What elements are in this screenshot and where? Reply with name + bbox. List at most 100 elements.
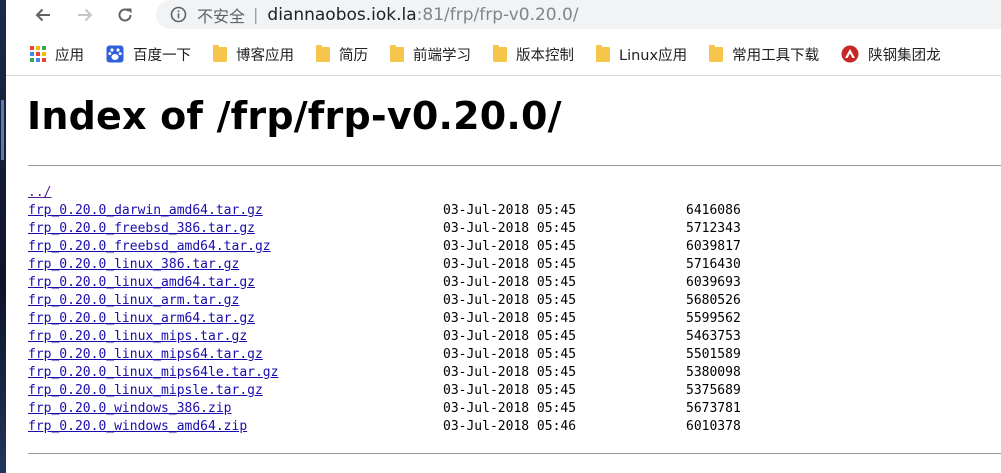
file-date: 03-Jul-2018 05:45: [443, 203, 577, 218]
file-date: 03-Jul-2018 05:45: [443, 401, 577, 416]
file-link[interactable]: frp_0.20.0_linux_mipsle.tar.gz: [28, 383, 263, 398]
file-link[interactable]: frp_0.20.0_linux_arm.tar.gz: [28, 293, 239, 308]
forward-button[interactable]: [72, 3, 98, 27]
file-size: 6416086: [686, 203, 741, 218]
page-title: Index of /frp/frp-v0.20.0/: [27, 94, 562, 138]
folder-icon: [213, 44, 227, 62]
folder-icon: [316, 44, 330, 62]
bookmark-apps[interactable]: 应用: [6, 39, 92, 69]
url-host[interactable]: diannaobos.iok.la: [267, 5, 416, 25]
bookmark-label: 版本控制: [516, 47, 574, 64]
divider-bottom: [28, 453, 1001, 454]
file-listing: ../ frp_0.20.0_darwin_amd64.tar.gz 03-Jul…: [28, 184, 741, 436]
file-link[interactable]: frp_0.20.0_windows_amd64.zip: [28, 419, 247, 434]
url-path[interactable]: :81/frp/frp-v0.20.0/: [417, 5, 579, 25]
folder-icon: [596, 44, 610, 62]
file-link[interactable]: frp_0.20.0_windows_386.zip: [28, 401, 232, 416]
file-link[interactable]: frp_0.20.0_freebsd_386.tar.gz: [28, 221, 255, 236]
file-date: 03-Jul-2018 05:45: [443, 293, 577, 308]
apps-grid-icon: [30, 46, 46, 62]
file-size: 6010378: [686, 419, 741, 434]
bookmark-label: 应用: [55, 47, 84, 64]
file-size: 5680526: [686, 293, 741, 308]
bookmark-label: 前端学习: [413, 47, 471, 64]
company-logo-icon: [841, 45, 859, 63]
bookmark-company[interactable]: 陕钢集团龙: [833, 39, 949, 69]
arrow-left-icon: [35, 8, 50, 22]
file-row: frp_0.20.0_freebsd_386.tar.gz 03-Jul-2018…: [28, 220, 741, 238]
bookmark-folder-frontend[interactable]: 前端学习: [382, 39, 479, 69]
file-date: 03-Jul-2018 05:45: [443, 221, 577, 236]
file-size: 6039817: [686, 239, 741, 254]
file-row: frp_0.20.0_linux_mipsle.tar.gz 03-Jul-201…: [28, 382, 741, 400]
bookmark-label: 百度一下: [133, 47, 191, 64]
file-size: 5463753: [686, 329, 741, 344]
bookmark-label: 简历: [339, 47, 368, 64]
file-size: 6039693: [686, 275, 741, 290]
divider-top: [28, 165, 1001, 166]
file-link[interactable]: frp_0.20.0_linux_mips.tar.gz: [28, 329, 247, 344]
reload-icon: [118, 8, 132, 22]
file-link[interactable]: frp_0.20.0_linux_arm64.tar.gz: [28, 311, 255, 326]
folder-icon: [390, 44, 404, 62]
file-size: 5375689: [686, 383, 741, 398]
file-row: frp_0.20.0_linux_mips64le.tar.gz 03-Jul-2…: [28, 364, 741, 382]
file-row: frp_0.20.0_linux_arm.tar.gz 03-Jul-2018 0…: [28, 292, 741, 310]
bookmark-folder-blog[interactable]: 博客应用: [205, 39, 302, 69]
file-size: 5599562: [686, 311, 741, 326]
file-date: 03-Jul-2018 05:45: [443, 257, 577, 272]
file-row: frp_0.20.0_linux_mips.tar.gz 03-Jul-2018 …: [28, 328, 741, 346]
file-size: 5380098: [686, 365, 741, 380]
bookmarks-bar: 应用 百度一下 博客应用 简历 前端学习 版本控制 Linux应用 常用工具下载: [6, 33, 1001, 76]
file-row: frp_0.20.0_windows_386.zip 03-Jul-2018 05…: [28, 400, 741, 418]
parent-directory-link[interactable]: ../: [28, 185, 51, 200]
info-icon[interactable]: [170, 6, 187, 23]
bookmark-label: Linux应用: [619, 47, 688, 64]
file-link[interactable]: frp_0.20.0_linux_386.tar.gz: [28, 257, 239, 272]
back-button[interactable]: [30, 3, 56, 27]
browser-toolbar: 不安全 | diannaobos.iok.la:81/frp/frp-v0.20…: [6, 0, 1001, 31]
file-size: 5673781: [686, 401, 741, 416]
security-label[interactable]: 不安全: [197, 3, 245, 27]
folder-icon: [493, 44, 507, 62]
file-date: 03-Jul-2018 05:45: [443, 275, 577, 290]
file-link[interactable]: frp_0.20.0_linux_amd64.tar.gz: [28, 275, 255, 290]
file-date: 03-Jul-2018 05:46: [443, 419, 577, 434]
file-row: frp_0.20.0_windows_amd64.zip 03-Jul-2018 …: [28, 418, 741, 436]
file-link[interactable]: frp_0.20.0_linux_mips64le.tar.gz: [28, 365, 278, 380]
bookmark-folder-resume[interactable]: 简历: [308, 39, 376, 69]
file-link[interactable]: frp_0.20.0_darwin_amd64.tar.gz: [28, 203, 263, 218]
file-row: frp_0.20.0_linux_386.tar.gz 03-Jul-2018 0…: [28, 256, 741, 274]
bookmark-baidu[interactable]: 百度一下: [98, 39, 199, 69]
file-row: frp_0.20.0_linux_arm64.tar.gz 03-Jul-2018…: [28, 310, 741, 328]
bookmark-folder-vcs[interactable]: 版本控制: [485, 39, 582, 69]
address-bar[interactable]: 不安全 | diannaobos.iok.la:81/frp/frp-v0.20…: [156, 0, 1001, 29]
arrow-right-icon: [78, 8, 93, 22]
file-date: 03-Jul-2018 05:45: [443, 311, 577, 326]
parent-row: ../: [28, 184, 278, 202]
reload-button[interactable]: [112, 3, 138, 27]
file-size: 5712343: [686, 221, 741, 236]
baidu-paw-icon: [106, 45, 124, 63]
bookmark-label: 常用工具下载: [732, 47, 820, 64]
bookmark-folder-linux[interactable]: Linux应用: [588, 39, 695, 69]
page-content: Index of /frp/frp-v0.20.0/ ../ frp_0.20.…: [6, 76, 1001, 473]
folder-icon: [709, 44, 724, 62]
file-row: frp_0.20.0_freebsd_amd64.tar.gz 03-Jul-20…: [28, 238, 741, 256]
bookmark-label: 博客应用: [236, 47, 294, 64]
file-size: 5501589: [686, 347, 741, 362]
file-row: frp_0.20.0_linux_mips64.tar.gz 03-Jul-201…: [28, 346, 741, 364]
file-date: 03-Jul-2018 05:45: [443, 383, 577, 398]
file-date: 03-Jul-2018 05:45: [443, 239, 577, 254]
url-separator: |: [253, 5, 259, 24]
bookmark-label: 陕钢集团龙: [868, 47, 941, 64]
file-link[interactable]: frp_0.20.0_linux_mips64.tar.gz: [28, 347, 263, 362]
file-link[interactable]: frp_0.20.0_freebsd_amd64.tar.gz: [28, 239, 271, 254]
file-date: 03-Jul-2018 05:45: [443, 347, 577, 362]
bookmark-folder-tools[interactable]: 常用工具下载: [701, 39, 827, 69]
file-date: 03-Jul-2018 05:45: [443, 365, 577, 380]
file-size: 5716430: [686, 257, 741, 272]
file-row: frp_0.20.0_darwin_amd64.tar.gz 03-Jul-201…: [28, 202, 741, 220]
file-date: 03-Jul-2018 05:45: [443, 329, 577, 344]
file-row: frp_0.20.0_linux_amd64.tar.gz 03-Jul-2018…: [28, 274, 741, 292]
